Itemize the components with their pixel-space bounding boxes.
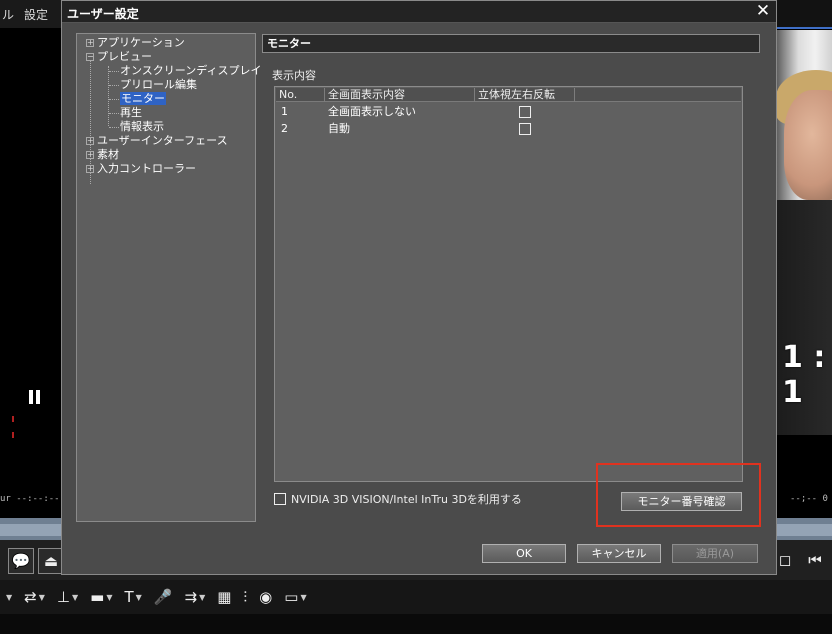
chevron-down-icon[interactable]: ▼ [6,593,12,602]
tree-connector [109,113,119,114]
expand-icon[interactable]: + [86,39,94,47]
row-no: 1 [281,105,288,118]
section-title: モニター [262,34,760,53]
row-no: 2 [281,122,288,135]
flip-checkbox[interactable] [519,106,531,118]
chevron-down-icon[interactable]: ▼ [72,593,78,602]
rewind-icon[interactable]: ⏮ [802,548,828,574]
tree-item-label: ユーザーインターフェース [97,134,228,147]
layout-icon[interactable]: ⇉ [184,588,197,606]
tree-item-label: プリロール編集 [120,78,197,91]
tree-item-label: 入力コントローラー [97,162,196,175]
tree-item-label: 情報表示 [120,120,164,133]
tree-item-label: プレビュー [97,50,152,63]
table-row[interactable]: 2 自動 [276,121,741,137]
marker-tick [12,416,14,422]
tree-item-input-controller[interactable]: + 入力コントローラー [86,162,196,176]
chevron-down-icon[interactable]: ▼ [39,593,45,602]
monitor-list[interactable]: No. 全画面表示内容 立体視左右反転 1 全画面表示しない 2 自動 [274,86,743,482]
tree-item-label: 素材 [97,148,119,161]
marker-tick [12,432,14,438]
list-header: No. 全画面表示内容 立体視左右反転 [276,88,741,102]
mixer-icon[interactable]: ⫶ [243,588,247,606]
dialog-titlebar[interactable]: ユーザー設定 ✕ [62,1,776,23]
tree-item-playback[interactable]: 再生 [120,106,142,120]
app-right-blueline [776,27,832,29]
column-header-flip[interactable]: 立体視左右反転 [475,88,575,102]
chevron-down-icon[interactable]: ▼ [106,593,112,602]
expand-icon[interactable]: + [86,151,94,159]
preview-face [784,90,832,200]
tree-item-application[interactable]: + アプリケーション [86,36,185,50]
table-row[interactable]: 1 全画面表示しない [276,104,741,120]
tree-item-label: アプリケーション [97,36,185,49]
app-menubar: ル 設定 [0,0,62,28]
nvidia-3d-checkbox[interactable] [274,493,286,505]
expand-icon[interactable]: + [86,137,94,145]
chevron-down-icon[interactable]: ▼ [136,593,142,602]
user-settings-dialog: ユーザー設定 ✕ + アプリケーション − プレビュー オンスクリーンディスプレイ … [61,0,777,575]
microphone-icon[interactable]: 🎤 [154,588,173,606]
flip-checkbox[interactable] [519,123,531,135]
split-icon[interactable]: ⊥ [57,588,70,606]
tree-item-preroll-edit[interactable]: プリロール編集 [120,78,197,92]
edit-toolbar: ▼ ⇄ ▼ ⊥ ▼ ▬ ▼ T ▼ 🎤 ⇉ ▼ ▦ ⫶ ◉ ▭ ▼ [0,580,832,614]
column-header-content[interactable]: 全画面表示内容 [325,88,475,102]
close-icon[interactable]: ✕ [754,1,772,21]
pause-icon[interactable] [28,390,42,406]
tree-item-material[interactable]: + 素材 [86,148,119,162]
column-header-no[interactable]: No. [276,88,325,102]
color-wheel-icon[interactable]: ◉ [259,588,272,606]
nvidia-3d-option[interactable]: NVIDIA 3D VISION/Intel InTru 3Dを利用する [274,491,522,507]
chevron-down-icon[interactable]: ▼ [199,593,205,602]
preview-clock-text: 1 : 1 [782,340,826,410]
title-icon[interactable]: T [124,588,133,606]
grid-icon[interactable]: ▦ [217,588,231,606]
tree-item-monitor[interactable]: モニター [120,92,166,106]
app-right-strip [776,0,832,28]
chevron-down-icon[interactable]: ▼ [300,593,306,602]
menu-item-settings[interactable]: 設定 [24,6,48,23]
settings-tree: + アプリケーション − プレビュー オンスクリーンディスプレイ プリロール編集 モ… [76,33,261,522]
recorder-timecode: --;-- 0 [790,494,828,504]
tree-item-onscreen-display[interactable]: オンスクリーンディスプレイ [120,64,261,78]
row-content: 全画面表示しない [328,105,416,118]
cancel-button[interactable]: キャンセル [577,544,661,563]
tree-item-label: 再生 [120,106,142,119]
ok-button[interactable]: OK [482,544,566,563]
tree-item-label: オンスクリーンディスプレイ [120,64,262,77]
nvidia-3d-label: NVIDIA 3D VISION/Intel InTru 3Dを利用する [291,493,522,506]
tree-connector [109,127,119,128]
window-icon[interactable]: ▭ [284,588,298,606]
bottom-strip [0,614,832,634]
player-preview [0,28,62,518]
expand-icon[interactable]: + [86,165,94,173]
clip-icon[interactable]: ▬ [90,588,104,606]
tree-connector [109,99,119,100]
tree-connector [109,71,119,72]
swap-icon[interactable]: ⇄ [24,588,37,606]
apply-button[interactable]: 適用(A) [672,544,758,563]
collapse-icon[interactable]: − [86,53,94,61]
tree-item-label: モニター [120,92,166,105]
player-timecode: ur --:--:-- [0,494,60,504]
dialog-title: ユーザー設定 [67,7,139,21]
chat-icon[interactable]: 💬 [8,548,34,574]
tree-item-info-display[interactable]: 情報表示 [120,120,164,134]
tree-connector [109,85,119,86]
display-content-label: 表示内容 [272,69,316,82]
row-content: 自動 [328,122,350,135]
menu-item-tool[interactable]: ル [2,6,14,23]
tree-item-user-interface[interactable]: + ユーザーインターフェース [86,134,228,148]
tree-connector [108,66,109,126]
tree-item-preview[interactable]: − プレビュー [86,50,152,64]
highlight-box [596,463,761,527]
